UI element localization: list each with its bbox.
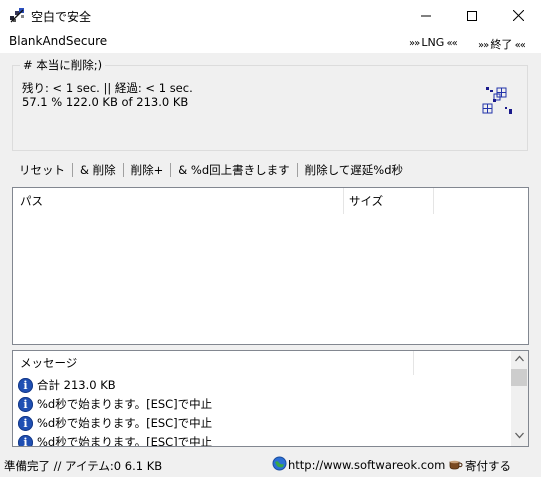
maximize-icon bbox=[467, 10, 477, 21]
info-icon: i bbox=[18, 396, 33, 412]
delete-button[interactable]: & 削除 bbox=[73, 162, 123, 178]
minimize-icon bbox=[421, 15, 431, 16]
app-icon bbox=[10, 8, 24, 23]
close-icon bbox=[512, 10, 524, 21]
column-header-size[interactable]: サイズ bbox=[349, 188, 383, 214]
time-status: 残り: < 1 sec. || 経過: < 1 sec. bbox=[22, 81, 193, 95]
progress-status: 57.1 % 122.0 KB of 213.0 KB bbox=[22, 95, 189, 109]
column-header-path[interactable]: パス bbox=[20, 188, 43, 214]
scroll-down-icon[interactable] bbox=[515, 432, 524, 439]
list-item[interactable]: i %d秒で始まります。[ESC]で中止 bbox=[18, 433, 213, 447]
lng-prefix: »» bbox=[409, 38, 422, 49]
reset-button[interactable]: リセット bbox=[12, 162, 72, 178]
exit-menu[interactable]: »» 終了 «« bbox=[478, 36, 526, 52]
end-label: 終了 bbox=[490, 38, 513, 51]
column-divider[interactable] bbox=[433, 188, 434, 214]
donate-link[interactable]: 寄付する bbox=[465, 458, 511, 474]
globe-icon bbox=[272, 456, 287, 471]
maximize-button[interactable] bbox=[449, 0, 495, 31]
status-text: 準備完了 // アイテム:0 6.1 KB bbox=[4, 459, 163, 473]
overwrite-button[interactable]: & %d回上書きします bbox=[171, 162, 296, 178]
column-divider[interactable] bbox=[413, 351, 414, 375]
delete-delay-button[interactable]: 削除して遅延%d秒 bbox=[298, 162, 410, 178]
activity-animation-icon bbox=[482, 87, 512, 114]
list-item[interactable]: i %d秒で始まります。[ESC]で中止 bbox=[18, 395, 212, 413]
list-item[interactable]: i %d秒で始まります。[ESC]で中止 bbox=[18, 414, 212, 432]
column-header-message[interactable]: メッセージ bbox=[20, 351, 77, 375]
message-text: %d秒で始まります。[ESC]で中止 bbox=[37, 435, 213, 447]
website-link[interactable]: http://www.softwareok.com bbox=[288, 458, 445, 472]
end-prefix: »» bbox=[478, 40, 491, 51]
info-icon: i bbox=[18, 415, 33, 431]
app-name-menu[interactable]: BlankAndSecure bbox=[9, 34, 107, 48]
coffee-cup-icon bbox=[449, 460, 463, 470]
info-icon: i bbox=[18, 377, 33, 393]
window-title: 空白で安全 bbox=[31, 10, 92, 24]
message-text: %d秒で始まります。[ESC]で中止 bbox=[37, 397, 213, 411]
message-list[interactable]: メッセージ i 合計 213.0 KB i %d秒で始まります。[ESC]で中止 i… bbox=[12, 350, 529, 447]
file-list[interactable]: パス サイズ bbox=[12, 187, 529, 345]
close-button[interactable] bbox=[495, 0, 541, 31]
group-label: # 本当に削除;) bbox=[20, 57, 106, 73]
language-menu[interactable]: »» LNG «« bbox=[409, 36, 458, 49]
info-icon: i bbox=[18, 434, 33, 446]
scrollbar-thumb[interactable] bbox=[511, 369, 527, 386]
end-suffix: «« bbox=[512, 40, 526, 51]
message-text: 合計 213.0 KB bbox=[37, 378, 116, 392]
lng-label: LNG bbox=[421, 36, 445, 49]
minimize-button[interactable] bbox=[403, 0, 449, 31]
list-item[interactable]: i 合計 213.0 KB bbox=[18, 376, 116, 394]
action-toolbar: リセット & 削除 削除+ & %d回上書きします 削除して遅延%d秒 bbox=[12, 160, 410, 180]
delete-plus-button[interactable]: 削除+ bbox=[124, 162, 171, 178]
scroll-up-icon[interactable] bbox=[515, 355, 524, 362]
lng-suffix: «« bbox=[444, 38, 457, 49]
message-text: %d秒で始まります。[ESC]で中止 bbox=[37, 416, 213, 430]
column-divider[interactable] bbox=[343, 188, 344, 214]
